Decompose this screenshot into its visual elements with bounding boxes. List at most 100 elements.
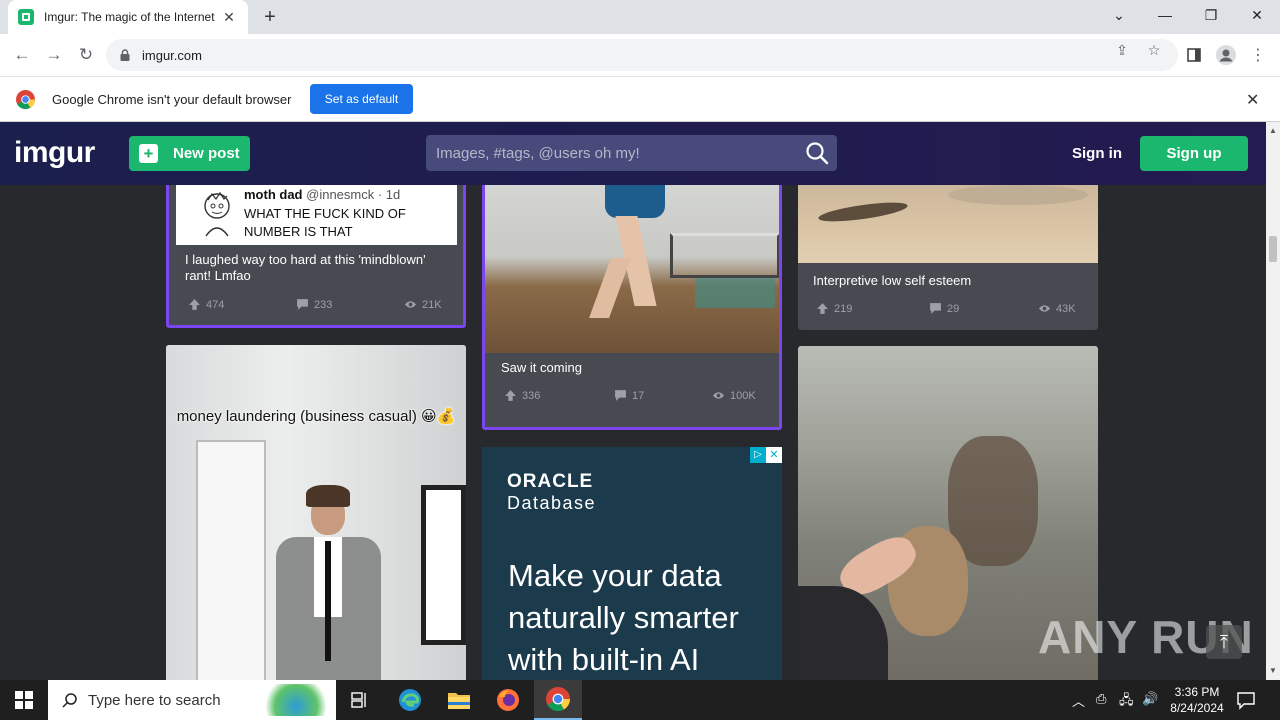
post-image: moth dad @innesmck · 1d WHAT THE FUCK KI… [176,185,457,245]
comment-stat[interactable]: 233 [296,298,332,311]
reload-icon[interactable]: ↻ [74,43,98,67]
browser-tab[interactable]: Imgur: The magic of the Internet ✕ [8,0,248,34]
gallery-grid: moth dad @innesmck · 1d WHAT THE FUCK KI… [0,185,1266,680]
network-icon[interactable]: 🖧 [1119,691,1134,713]
post-title: Interpretive low self esteem [813,273,972,288]
new-post-label: New post [173,145,240,162]
sign-in-link[interactable]: Sign in [1072,145,1122,162]
comment-stat[interactable]: 17 [614,389,644,402]
comment-count: 17 [632,389,645,402]
post-card[interactable]: money laundering (business casual) 😀💰 [166,345,466,680]
set-as-default-button[interactable]: Set as default [310,84,413,114]
tab-strip: Imgur: The magic of the Internet ✕ + ⌄ —… [0,0,1280,34]
close-window-button[interactable]: ✕ [1234,0,1280,30]
tab-close-icon[interactable]: ✕ [220,9,238,26]
adchoices-icon[interactable]: ▷ ✕ [750,447,782,463]
tweet-handle: @innesmck · 1d [306,187,401,202]
view-stat: 43K [1038,302,1076,315]
comment-count: 29 [947,302,960,315]
infobar-message: Google Chrome isn't your default browser [52,92,292,107]
menu-kebab-icon[interactable]: ⋮ [1246,43,1270,67]
eye-icon [404,301,417,308]
scroll-up-icon[interactable]: ▲ [1269,126,1277,135]
view-stat: 100K [712,389,756,402]
upvote-icon [189,299,200,310]
task-view-icon[interactable] [336,680,384,720]
upvote-stat[interactable]: 474 [188,298,224,311]
firefox-icon[interactable] [484,680,532,720]
new-tab-button[interactable]: + [258,5,282,29]
post-title: Saw it coming [501,360,582,375]
comment-icon [297,299,308,310]
restore-button[interactable]: ❐ [1188,0,1234,30]
edge-icon[interactable] [386,680,434,720]
ad-headline: Make your data naturally smarter with bu… [508,558,739,677]
post-card[interactable]: Saw it coming 336 17 100K [482,185,782,430]
search-icon[interactable] [805,141,829,165]
side-panel-icon[interactable] [1182,43,1206,67]
tray-app-icon[interactable]: ⎙ [1096,691,1106,707]
tray-chevron-icon[interactable]: ︿ [1072,691,1085,710]
eye-icon [1038,305,1051,312]
address-bar[interactable]: imgur.com [106,39,1178,71]
taskbar-search-input[interactable]: Type here to search [48,680,336,720]
comment-icon [615,390,626,401]
upvote-stat[interactable]: 336 [504,389,540,402]
upvote-count: 336 [522,389,541,402]
back-icon[interactable]: ← [10,43,34,67]
taskbar-search-placeholder: Type here to search [88,691,221,709]
upvote-icon [505,390,516,401]
windows-logo-icon [15,691,33,709]
tweet-author: moth dad [244,187,303,202]
upvote-count: 474 [206,298,225,311]
lock-icon [120,49,130,61]
view-count: 100K [730,389,756,402]
imgur-logo[interactable]: imgur [14,136,95,170]
upvote-stat[interactable]: 219 [816,302,852,315]
scroll-to-top-button[interactable]: ⤒ [1206,625,1242,659]
tweet-text: WHAT THE FUCK KIND OF NUMBER IS THAT [244,206,406,239]
comment-stat[interactable]: 29 [929,302,959,315]
post-card[interactable]: Interpretive low self esteem 219 29 43K [798,185,1098,330]
clock-time: 3:36 PM [1174,685,1220,699]
upvote-count: 219 [834,302,853,315]
minimize-button[interactable]: — [1142,0,1188,30]
post-title: I laughed way too hard at this 'mindblow… [185,252,426,283]
url-text: imgur.com [142,47,202,63]
chrome-taskbar-icon[interactable] [534,680,582,720]
chrome-logo-icon [16,90,35,109]
ad-brand-bottom: Database [507,493,597,513]
infobar-close-icon[interactable]: ✕ [1246,90,1259,110]
tray-clock[interactable]: 3:36 PM 8/24/2024 [1166,684,1228,716]
new-post-button[interactable]: + New post [129,136,250,171]
notification-icon[interactable] [1236,690,1256,710]
search-placeholder: Images, #tags, @users oh my! [436,144,640,162]
upvote-icon [817,303,828,314]
windows-taskbar: Type here to search ︿ ⎙ 🖧 🔊 3:36 PM 8/24… [0,680,1280,720]
sign-up-button[interactable]: Sign up [1140,136,1248,171]
clock-date: 8/24/2024 [1170,701,1224,715]
page-scrollbar[interactable]: ▲ ▼ [1266,122,1280,680]
search-icon [62,693,77,708]
default-browser-infobar: Google Chrome isn't your default browser… [0,76,1280,122]
post-card[interactable]: moth dad @innesmck · 1d WHAT THE FUCK KI… [166,185,466,328]
scroll-down-icon[interactable]: ▼ [1269,666,1277,675]
volume-icon[interactable]: 🔊 [1142,691,1158,707]
tab-title: Imgur: The magic of the Internet [44,10,215,24]
profile-avatar-icon[interactable] [1214,43,1238,67]
forward-icon[interactable]: → [42,43,66,67]
bookmark-star-icon[interactable]: ☆ [1145,41,1163,59]
share-icon[interactable]: ⇪ [1113,41,1131,59]
imgur-favicon-icon [18,9,34,25]
comment-icon [930,303,941,314]
eye-icon [712,392,725,399]
file-explorer-icon[interactable] [435,680,483,720]
post-image [166,345,466,680]
scroll-thumb[interactable] [1269,236,1277,262]
search-input[interactable]: Images, #tags, @users oh my! [426,135,837,171]
view-count: 43K [1056,302,1076,315]
imgur-header: imgur + New post Images, #tags, @users o… [0,122,1266,185]
oracle-ad[interactable]: ▷ ✕ ORACLE Database Make your data natur… [482,447,782,680]
start-button[interactable] [0,680,48,720]
tab-search-icon[interactable]: ⌄ [1096,0,1142,30]
